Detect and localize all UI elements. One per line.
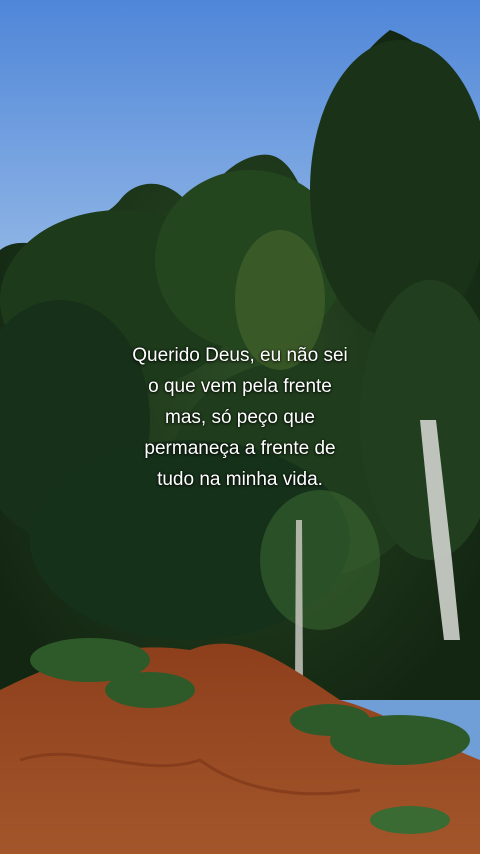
quote-text: Querido Deus, eu não sei o que vem pela … bbox=[0, 340, 480, 495]
quote-line-1: Querido Deus, eu não sei bbox=[132, 345, 348, 366]
quote-line-5: tudo na minha vida. bbox=[157, 469, 323, 490]
quote-line-2: o que vem pela frente bbox=[148, 376, 332, 397]
quote-line-4: permaneça a frente de bbox=[144, 438, 336, 459]
quote-line-3: mas, só peço que bbox=[165, 407, 315, 428]
